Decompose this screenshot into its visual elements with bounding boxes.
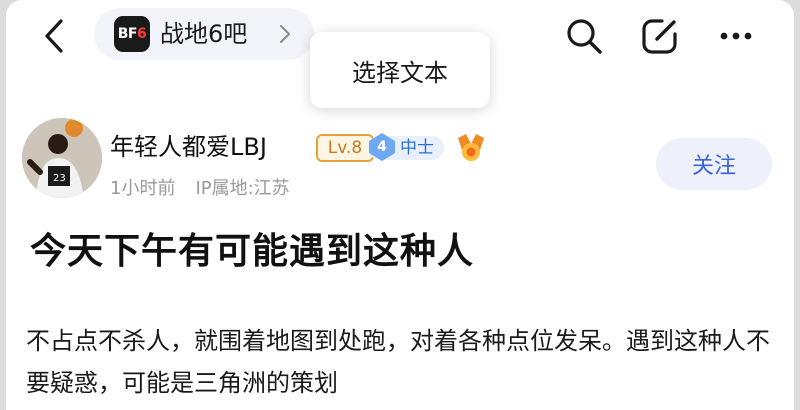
avatar[interactable]: 23 — [22, 118, 102, 198]
svg-text:23: 23 — [53, 173, 66, 184]
post-title: 今天下午有可能遇到这种人 — [30, 231, 475, 272]
rank-label: 中士 — [400, 138, 434, 158]
forum-logo-text: BF — [117, 26, 138, 42]
select-text-popup[interactable]: 选择文本 — [310, 32, 490, 108]
edit-icon[interactable] — [638, 14, 682, 58]
rank-number: 4 — [368, 132, 396, 162]
post-screen: BF 6 战地6吧 选择文本 23 年轻人都爱LBJ Lv.8 4 中士 1小时… — [6, 0, 794, 410]
forum-logo: BF 6 — [114, 16, 150, 52]
post-meta: 1小时前 IP属地:江苏 — [110, 176, 290, 202]
forum-name[interactable]: 战地6吧 — [160, 17, 247, 51]
back-icon[interactable] — [36, 18, 72, 54]
medal-icon — [454, 132, 488, 164]
rank-number-text: 4 — [377, 139, 387, 155]
post-time: 1小时前 — [110, 178, 176, 199]
author-name[interactable]: 年轻人都爱LBJ — [110, 130, 267, 164]
chevron-right-icon — [276, 22, 294, 46]
ip-location: IP属地:江苏 — [195, 178, 290, 199]
forum-logo-accent: 6 — [136, 26, 147, 42]
search-icon[interactable] — [562, 14, 606, 58]
follow-button[interactable]: 关注 — [656, 138, 772, 190]
more-horizontal-icon[interactable] — [714, 14, 758, 58]
post-body: 不占点不杀人，就围着地图到处跑，对着各种点位发呆。遇到这种人不要疑惑，可能是三角… — [26, 327, 770, 397]
select-text-label[interactable]: 选择文本 — [352, 53, 448, 88]
